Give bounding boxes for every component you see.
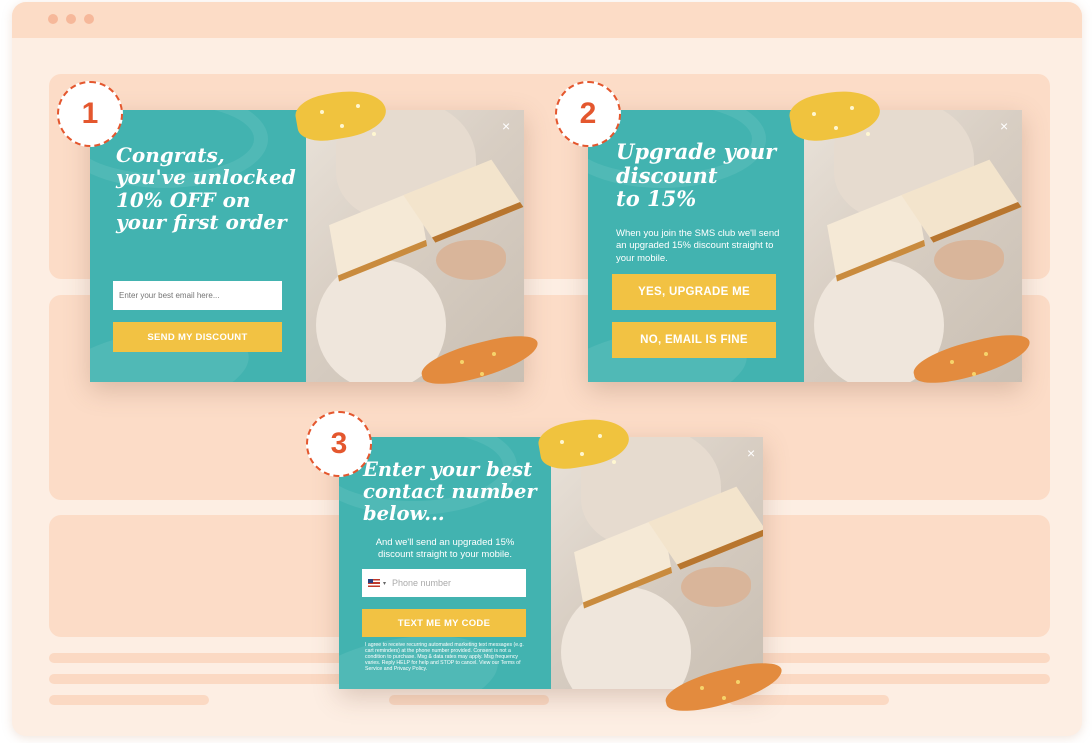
phone-placeholder: Phone number bbox=[392, 578, 452, 588]
step-badge-3: 3 bbox=[306, 411, 372, 477]
title-bar bbox=[12, 2, 1082, 38]
placeholder-line bbox=[389, 695, 549, 705]
popup-3-form-panel: Enter your best contact number below... … bbox=[339, 437, 551, 689]
popup-3-headline: Enter your best contact number below... bbox=[363, 458, 537, 525]
step-badge-1: 1 bbox=[57, 81, 123, 147]
popup-2-subtext: When you join the SMS club we'll send an… bbox=[616, 228, 780, 264]
no-email-is-fine-button[interactable]: NO, EMAIL IS FINE bbox=[612, 322, 776, 358]
send-my-discount-button[interactable]: SEND MY DISCOUNT bbox=[113, 322, 282, 352]
window-dot-icon bbox=[84, 14, 94, 24]
popup-3-image: × bbox=[551, 437, 763, 689]
window-dot-icon bbox=[48, 14, 58, 24]
placeholder-line bbox=[49, 695, 209, 705]
email-input[interactable] bbox=[113, 281, 282, 310]
popup-2: Upgrade your discount to 15% When you jo… bbox=[588, 110, 1022, 382]
popup-1-form-panel: Congrats, you've unlocked 10% OFF on you… bbox=[90, 110, 306, 382]
us-flag-icon bbox=[368, 579, 380, 587]
legal-disclaimer: I agree to receive recurring automated m… bbox=[365, 642, 524, 672]
yes-upgrade-me-button[interactable]: YES, UPGRADE ME bbox=[612, 274, 776, 310]
step-badge-2: 2 bbox=[555, 81, 621, 147]
popup-3-subtext: And we'll send an upgraded 15% discount … bbox=[375, 537, 515, 561]
chevron-down-icon[interactable]: ▾ bbox=[383, 580, 386, 587]
close-icon[interactable]: × bbox=[1000, 118, 1008, 134]
placeholder-line bbox=[729, 695, 889, 705]
close-icon[interactable]: × bbox=[747, 445, 755, 461]
popup-2-headline: Upgrade your discount to 15% bbox=[616, 139, 777, 212]
text-me-my-code-button[interactable]: TEXT ME MY CODE bbox=[362, 609, 526, 637]
window-dot-icon bbox=[66, 14, 76, 24]
phone-input[interactable]: ▾ Phone number bbox=[362, 569, 526, 597]
popup-1-headline: Congrats, you've unlocked 10% OFF on you… bbox=[116, 143, 296, 235]
popup-3: Enter your best contact number below... … bbox=[339, 437, 763, 689]
close-icon[interactable]: × bbox=[502, 118, 510, 134]
popup-1: Congrats, you've unlocked 10% OFF on you… bbox=[90, 110, 524, 382]
popup-2-form-panel: Upgrade your discount to 15% When you jo… bbox=[588, 110, 804, 382]
